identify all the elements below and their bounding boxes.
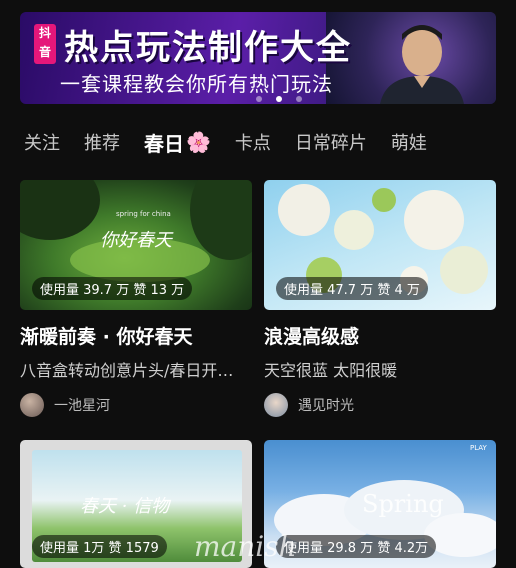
tab-beat[interactable]: 卡点 bbox=[235, 129, 271, 155]
presenter-photo bbox=[380, 25, 464, 104]
banner-pagination bbox=[256, 96, 302, 102]
banner-title: 热点玩法制作大全 bbox=[64, 28, 352, 68]
overlay-text: 你好春天 bbox=[100, 230, 172, 251]
tab-kids[interactable]: 萌娃 bbox=[391, 129, 427, 155]
card-title[interactable]: 浪漫高级感 bbox=[264, 322, 496, 349]
banner-subtitle: 一套课程教会你所有热门玩法 bbox=[60, 72, 333, 96]
author-name[interactable]: 一池星河 bbox=[54, 395, 110, 415]
usage-stats: 使用量 39.7 万 赞 13 万 bbox=[32, 277, 193, 300]
template-card[interactable]: PLAY Spring 使用量 29.8 万 赞 4.2万 bbox=[264, 440, 496, 568]
tab-daily[interactable]: 日常碎片 bbox=[295, 129, 367, 155]
watermark: manish bbox=[194, 530, 297, 563]
tab-recommend[interactable]: 推荐 bbox=[84, 129, 120, 155]
card-thumbnail[interactable]: spring for china 你好春天 使用量 39.7 万 赞 13 万 bbox=[20, 180, 252, 310]
card-description: 天空很蓝 太阳很暖 bbox=[264, 361, 398, 380]
pagination-dot[interactable] bbox=[296, 96, 302, 102]
tab-follow[interactable]: 关注 bbox=[24, 129, 60, 155]
card-thumbnail[interactable]: 使用量 47.7 万 赞 4 万 bbox=[264, 180, 496, 310]
overlay-small-text: spring for china bbox=[116, 210, 171, 218]
overlay-text: 春天 · 信物 bbox=[80, 496, 170, 517]
avatar[interactable] bbox=[20, 393, 44, 417]
template-card[interactable]: spring for china 你好春天 使用量 39.7 万 赞 13 万 … bbox=[20, 180, 252, 417]
pagination-dot-active[interactable] bbox=[276, 96, 282, 102]
douyin-badge: 抖音 bbox=[34, 24, 56, 64]
card-author[interactable]: 一池星河 bbox=[20, 393, 252, 417]
usage-stats: 使用量 29.8 万 赞 4.2万 bbox=[276, 535, 437, 558]
play-label: PLAY bbox=[470, 444, 487, 452]
promo-banner[interactable]: 抖音 热点玩法制作大全 一套课程教会你所有热门玩法 bbox=[20, 12, 496, 104]
overlay-text: Spring bbox=[362, 490, 444, 518]
usage-stats: 使用量 47.7 万 赞 4 万 bbox=[276, 277, 428, 300]
author-name[interactable]: 遇见时光 bbox=[298, 395, 354, 415]
card-author[interactable]: 遇见时光 bbox=[264, 393, 496, 417]
avatar[interactable] bbox=[264, 393, 288, 417]
category-tabs: 关注 推荐 春日 🌸 卡点 日常碎片 萌娃 bbox=[0, 122, 516, 162]
card-thumbnail[interactable]: PLAY Spring 使用量 29.8 万 赞 4.2万 bbox=[264, 440, 496, 568]
card-title[interactable]: 渐暖前奏 · 你好春天 bbox=[20, 322, 252, 349]
cherry-blossom-icon: 🌸 bbox=[186, 130, 211, 154]
usage-stats: 使用量 1万 赞 1579 bbox=[32, 535, 167, 558]
tab-spring[interactable]: 春日 🌸 bbox=[144, 128, 211, 157]
pagination-dot[interactable] bbox=[256, 96, 262, 102]
card-description: 八音盒转动创意片头/春日开… bbox=[20, 361, 234, 380]
template-card[interactable]: 使用量 47.7 万 赞 4 万 浪漫高级感 天空很蓝 太阳很暖 遇见时光 bbox=[264, 180, 496, 417]
